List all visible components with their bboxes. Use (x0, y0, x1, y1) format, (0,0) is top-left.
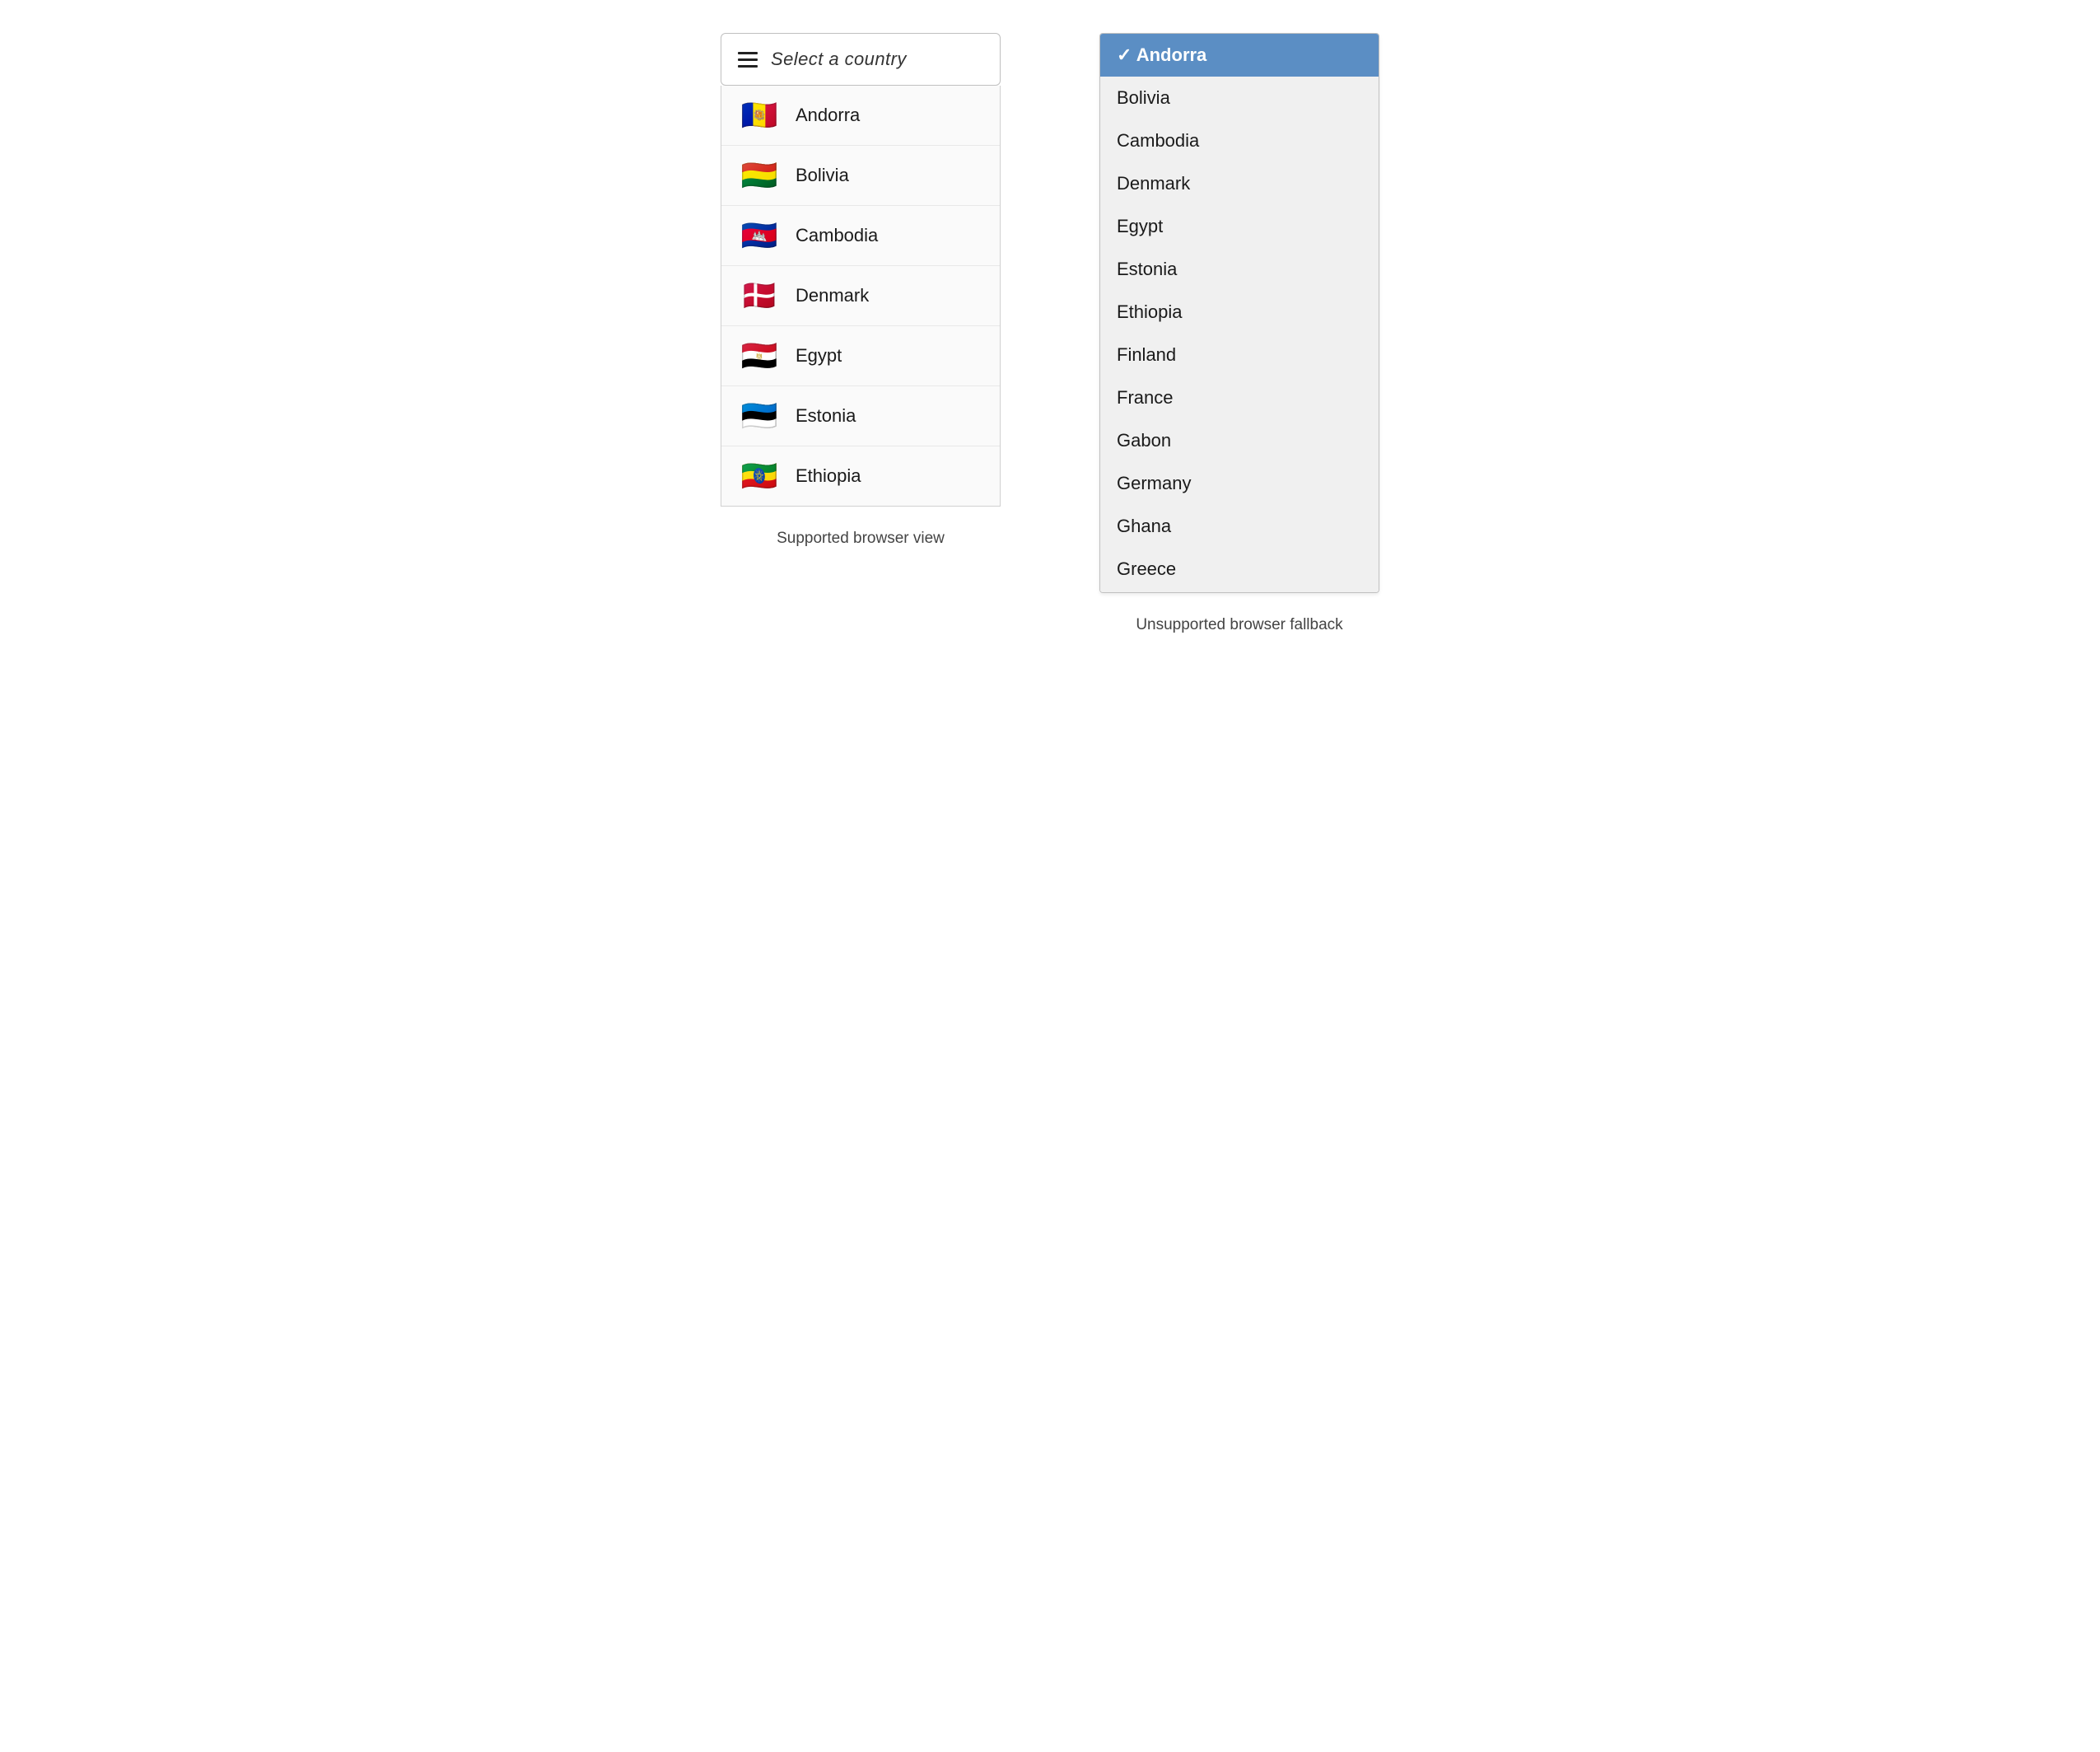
left-panel: Select a country 🇦🇩 Andorra 🇧🇴 Bolivia 🇰🇭 Cam… (721, 33, 1001, 548)
select-option[interactable]: Ethiopia (1100, 291, 1379, 334)
flag-icon: 🇰🇭 (740, 221, 779, 250)
country-name: Ethiopia (796, 465, 861, 487)
select-option[interactable]: Finland (1100, 334, 1379, 376)
custom-select-wrapper: Select a country 🇦🇩 Andorra 🇧🇴 Bolivia 🇰🇭 Cam… (721, 33, 1001, 507)
custom-dropdown: 🇦🇩 Andorra 🇧🇴 Bolivia 🇰🇭 Cambodia 🇩🇰 Denmark 🇪🇬 E… (721, 86, 1001, 507)
country-item[interactable]: 🇪🇹 Ethiopia (721, 446, 1000, 506)
country-name: Egypt (796, 345, 842, 367)
flag-icon: 🇪🇪 (740, 401, 779, 431)
flag-icon: 🇧🇴 (740, 161, 779, 190)
select-trigger-label: Select a country (771, 49, 907, 70)
custom-select-trigger[interactable]: Select a country (721, 33, 1001, 86)
select-option[interactable]: Ghana (1100, 505, 1379, 548)
country-name: Denmark (796, 285, 869, 306)
right-panel: AndorraBoliviaCambodiaDenmarkEgyptEstoni… (1099, 33, 1379, 634)
select-option[interactable]: Greece (1100, 548, 1379, 591)
select-option[interactable]: Bolivia (1100, 77, 1379, 119)
country-item[interactable]: 🇪🇪 Estonia (721, 386, 1000, 446)
dropdown-scroll[interactable]: 🇦🇩 Andorra 🇧🇴 Bolivia 🇰🇭 Cambodia 🇩🇰 Denmark 🇪🇬 E… (721, 86, 1000, 506)
country-item[interactable]: 🇧🇴 Bolivia (721, 146, 1000, 206)
select-option[interactable]: Andorra (1100, 34, 1379, 77)
native-select[interactable]: AndorraBoliviaCambodiaDenmarkEgyptEstoni… (1099, 33, 1379, 593)
right-panel-label: Unsupported browser fallback (1136, 616, 1342, 634)
flag-icon: 🇪🇬 (740, 341, 779, 371)
flag-icon: 🇩🇰 (740, 281, 779, 311)
country-name: Cambodia (796, 225, 878, 246)
select-option[interactable]: Estonia (1100, 248, 1379, 291)
country-item[interactable]: 🇩🇰 Denmark (721, 266, 1000, 326)
country-item[interactable]: 🇰🇭 Cambodia (721, 206, 1000, 266)
flag-icon: 🇦🇩 (740, 100, 779, 130)
country-name: Estonia (796, 405, 856, 427)
select-option[interactable]: Cambodia (1100, 119, 1379, 162)
select-option[interactable]: Guatemala (1100, 591, 1379, 593)
left-panel-label: Supported browser view (777, 530, 945, 548)
select-option[interactable]: Denmark (1100, 162, 1379, 205)
country-name: Bolivia (796, 165, 849, 186)
select-option[interactable]: France (1100, 376, 1379, 419)
country-name: Andorra (796, 105, 860, 126)
country-item[interactable]: 🇦🇩 Andorra (721, 86, 1000, 146)
native-select-wrapper: AndorraBoliviaCambodiaDenmarkEgyptEstoni… (1099, 33, 1379, 593)
select-option[interactable]: Egypt (1100, 205, 1379, 248)
country-item[interactable]: 🇪🇬 Egypt (721, 326, 1000, 386)
flag-icon: 🇪🇹 (740, 461, 779, 491)
select-option[interactable]: Gabon (1100, 419, 1379, 462)
select-option[interactable]: Germany (1100, 462, 1379, 505)
hamburger-icon (738, 52, 758, 68)
page-container: Select a country 🇦🇩 Andorra 🇧🇴 Bolivia 🇰🇭 Cam… (721, 33, 1379, 634)
